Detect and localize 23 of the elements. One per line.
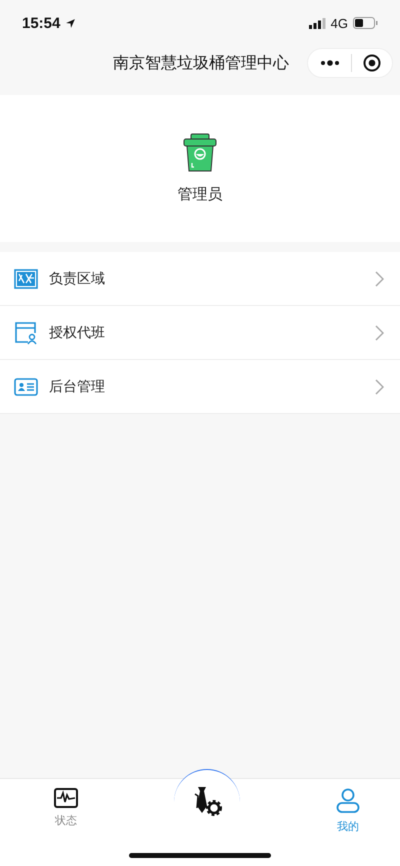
chevron-icon (375, 378, 384, 394)
battery-icon (353, 17, 378, 29)
location-arrow-icon (65, 18, 76, 28)
user-role: 管理员 (178, 185, 222, 204)
chevron-icon (375, 324, 384, 340)
map-icon (14, 268, 38, 288)
window-person-icon (14, 320, 38, 344)
id-card-icon (14, 376, 38, 396)
menu-item[interactable]: 授权代班 (0, 306, 400, 359)
tab-item[interactable]: 我的 (322, 779, 374, 834)
menu-item[interactable]: 负责区域 (0, 252, 400, 305)
chevron-icon (375, 270, 384, 286)
page-title: 南京智慧垃圾桶管理中心 (113, 52, 289, 74)
more-icon[interactable] (320, 60, 340, 66)
menu-item[interactable]: 后台管理 (0, 360, 400, 413)
tab-item[interactable]: 状态 (40, 779, 92, 828)
user-icon (336, 788, 360, 814)
close-icon[interactable] (362, 54, 380, 72)
status-time: 15:54 (22, 14, 60, 32)
trash-bin-icon (182, 133, 218, 173)
network-type: 4G (330, 16, 348, 30)
signal-icon (308, 18, 326, 28)
activity-monitor-icon (54, 788, 78, 808)
